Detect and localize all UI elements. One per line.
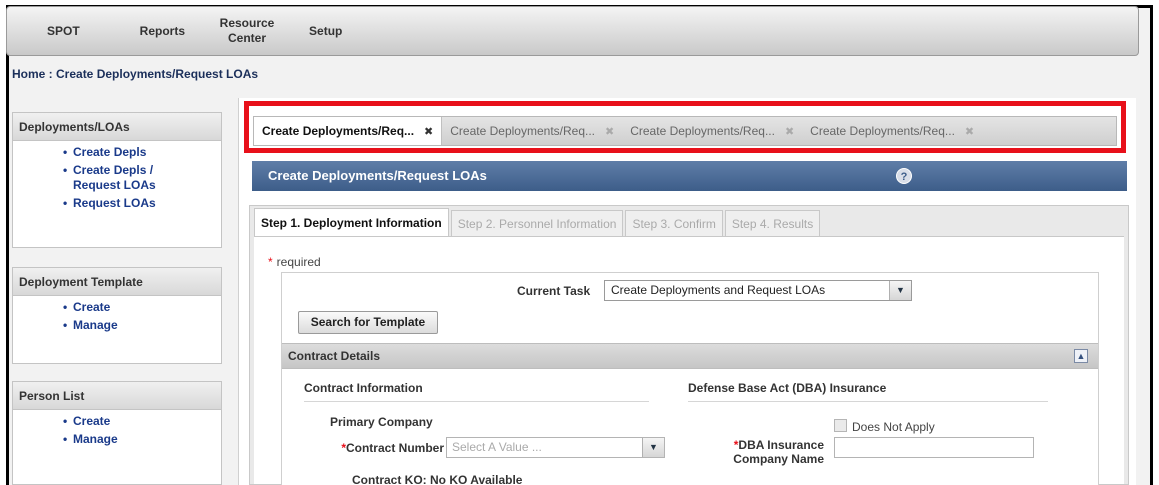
current-task-value: Create Deployments and Request LOAs — [611, 283, 826, 297]
doc-tab-1[interactable]: Create Deployments/Req... ✖ — [254, 117, 443, 145]
close-icon[interactable]: ✖ — [965, 125, 974, 138]
help-icon[interactable]: ? — [896, 168, 912, 184]
sidebar-box-person-list: Person List Create Manage — [12, 381, 222, 485]
sidebar-item-create-depls[interactable]: Create Depls — [63, 145, 221, 160]
does-not-apply-checkbox[interactable] — [834, 419, 847, 432]
contract-number-select[interactable]: Select A Value ... ▼ — [446, 437, 665, 458]
search-for-template-button[interactable]: Search for Template — [298, 311, 438, 334]
sidebar-list: Create Depls Create Depls / Request LOAs… — [13, 141, 221, 224]
doc-tab-2[interactable]: Create Deployments/Req... ✖ — [442, 117, 622, 145]
section-title: Contract Details — [288, 349, 381, 363]
dba-insurance-heading: Defense Base Act (DBA) Insurance — [688, 381, 1048, 402]
sidebar-box-deployments: Deployments/LOAs Create Depls Create Dep… — [12, 112, 222, 248]
nav-reports[interactable]: Reports — [118, 24, 207, 39]
contract-details-header[interactable]: Contract Details ▲ — [282, 343, 1098, 369]
chevron-down-icon[interactable]: ▼ — [642, 438, 664, 457]
doc-tab-label: Create Deployments/Req... — [630, 124, 775, 138]
deployment-form: Current Task Create Deployments and Requ… — [281, 272, 1099, 485]
dba-company-label: *DBA Insurance Company Name — [702, 438, 824, 466]
dba-company-text: DBA Insurance Company Name — [733, 438, 824, 466]
main-content: Create Deployments/Req... ✖ Create Deplo… — [238, 98, 1136, 485]
step-tab-4: Step 4. Results — [724, 210, 821, 236]
nav-resource-center-label: Resource Center — [219, 16, 275, 45]
required-note: * required — [268, 255, 321, 269]
step-tab-1[interactable]: Step 1. Deployment Information — [254, 208, 449, 236]
sidebar-item-template-manage[interactable]: Manage — [63, 318, 221, 333]
breadcrumb[interactable]: Home : Create Deployments/Request LOAs — [12, 67, 258, 81]
sidebar-item-person-create[interactable]: Create — [63, 414, 221, 429]
doc-tab-4[interactable]: Create Deployments/Req... ✖ — [802, 117, 982, 145]
contract-ko-text: Contract KO: No KO Available — [352, 473, 523, 485]
contract-information-heading: Contract Information — [304, 381, 649, 402]
nav-setup[interactable]: Setup — [287, 24, 364, 39]
collapse-icon[interactable]: ▲ — [1074, 349, 1088, 363]
sidebar-box-title: Person List — [13, 382, 221, 410]
sidebar-item-template-create[interactable]: Create — [63, 300, 221, 315]
document-tabs: Create Deployments/Req... ✖ Create Deplo… — [253, 116, 1117, 146]
chevron-down-icon[interactable]: ▼ — [889, 281, 911, 300]
nav-resource-center[interactable]: Resource Center — [207, 16, 287, 46]
sidebar-item-request-loas[interactable]: Request LOAs — [63, 196, 221, 211]
wizard: Step 1. Deployment Information Step 2. P… — [249, 205, 1129, 485]
current-task-select[interactable]: Create Deployments and Request LOAs ▼ — [604, 280, 912, 301]
current-task-label: Current Task — [517, 284, 591, 298]
wizard-body: * required Current Task Create Deployment… — [254, 236, 1124, 485]
sidebar-box-title: Deployments/LOAs — [13, 113, 221, 141]
step-tab-2: Step 2. Personnel Information — [450, 210, 624, 236]
step-tab-3: Step 3. Confirm — [625, 210, 723, 236]
sidebar-list: Create Manage — [13, 296, 221, 346]
contract-number-placeholder: Select A Value ... — [452, 440, 542, 454]
contract-number-text: Contract Number — [345, 441, 444, 455]
top-navigation-bar: SPOT Reports Resource Center Setup — [6, 6, 1139, 56]
sidebar-box-title: Deployment Template — [13, 268, 221, 296]
contract-number-label: *Contract Number — [324, 441, 444, 455]
required-star: * — [268, 255, 273, 269]
panel-title-bar: Create Deployments/Request LOAs ? — [252, 161, 1127, 191]
doc-tab-label: Create Deployments/Req... — [262, 124, 415, 138]
doc-tab-3[interactable]: Create Deployments/Req... ✖ — [622, 117, 802, 145]
close-icon[interactable]: ✖ — [424, 125, 433, 138]
document-tab-bar-highlight: Create Deployments/Req... ✖ Create Deplo… — [244, 101, 1126, 153]
dba-company-input[interactable] — [834, 437, 1034, 458]
does-not-apply-label: Does Not Apply — [852, 420, 935, 434]
nav-spot[interactable]: SPOT — [7, 24, 118, 39]
wizard-steps: Step 1. Deployment Information Step 2. P… — [250, 206, 1128, 236]
sidebar-list: Create Manage — [13, 410, 221, 460]
close-icon[interactable]: ✖ — [785, 125, 794, 138]
sidebar-box-deployment-template: Deployment Template Create Manage — [12, 267, 222, 364]
sidebar-item-create-depls-request-loas[interactable]: Create Depls / Request LOAs — [63, 163, 163, 193]
close-icon[interactable]: ✖ — [605, 125, 614, 138]
primary-company-label: Primary Company — [330, 415, 433, 429]
doc-tab-label: Create Deployments/Req... — [450, 124, 595, 138]
sidebar-item-person-manage[interactable]: Manage — [63, 432, 221, 447]
panel-title: Create Deployments/Request LOAs — [268, 168, 487, 183]
required-text: required — [276, 255, 321, 269]
doc-tab-label: Create Deployments/Req... — [810, 124, 955, 138]
